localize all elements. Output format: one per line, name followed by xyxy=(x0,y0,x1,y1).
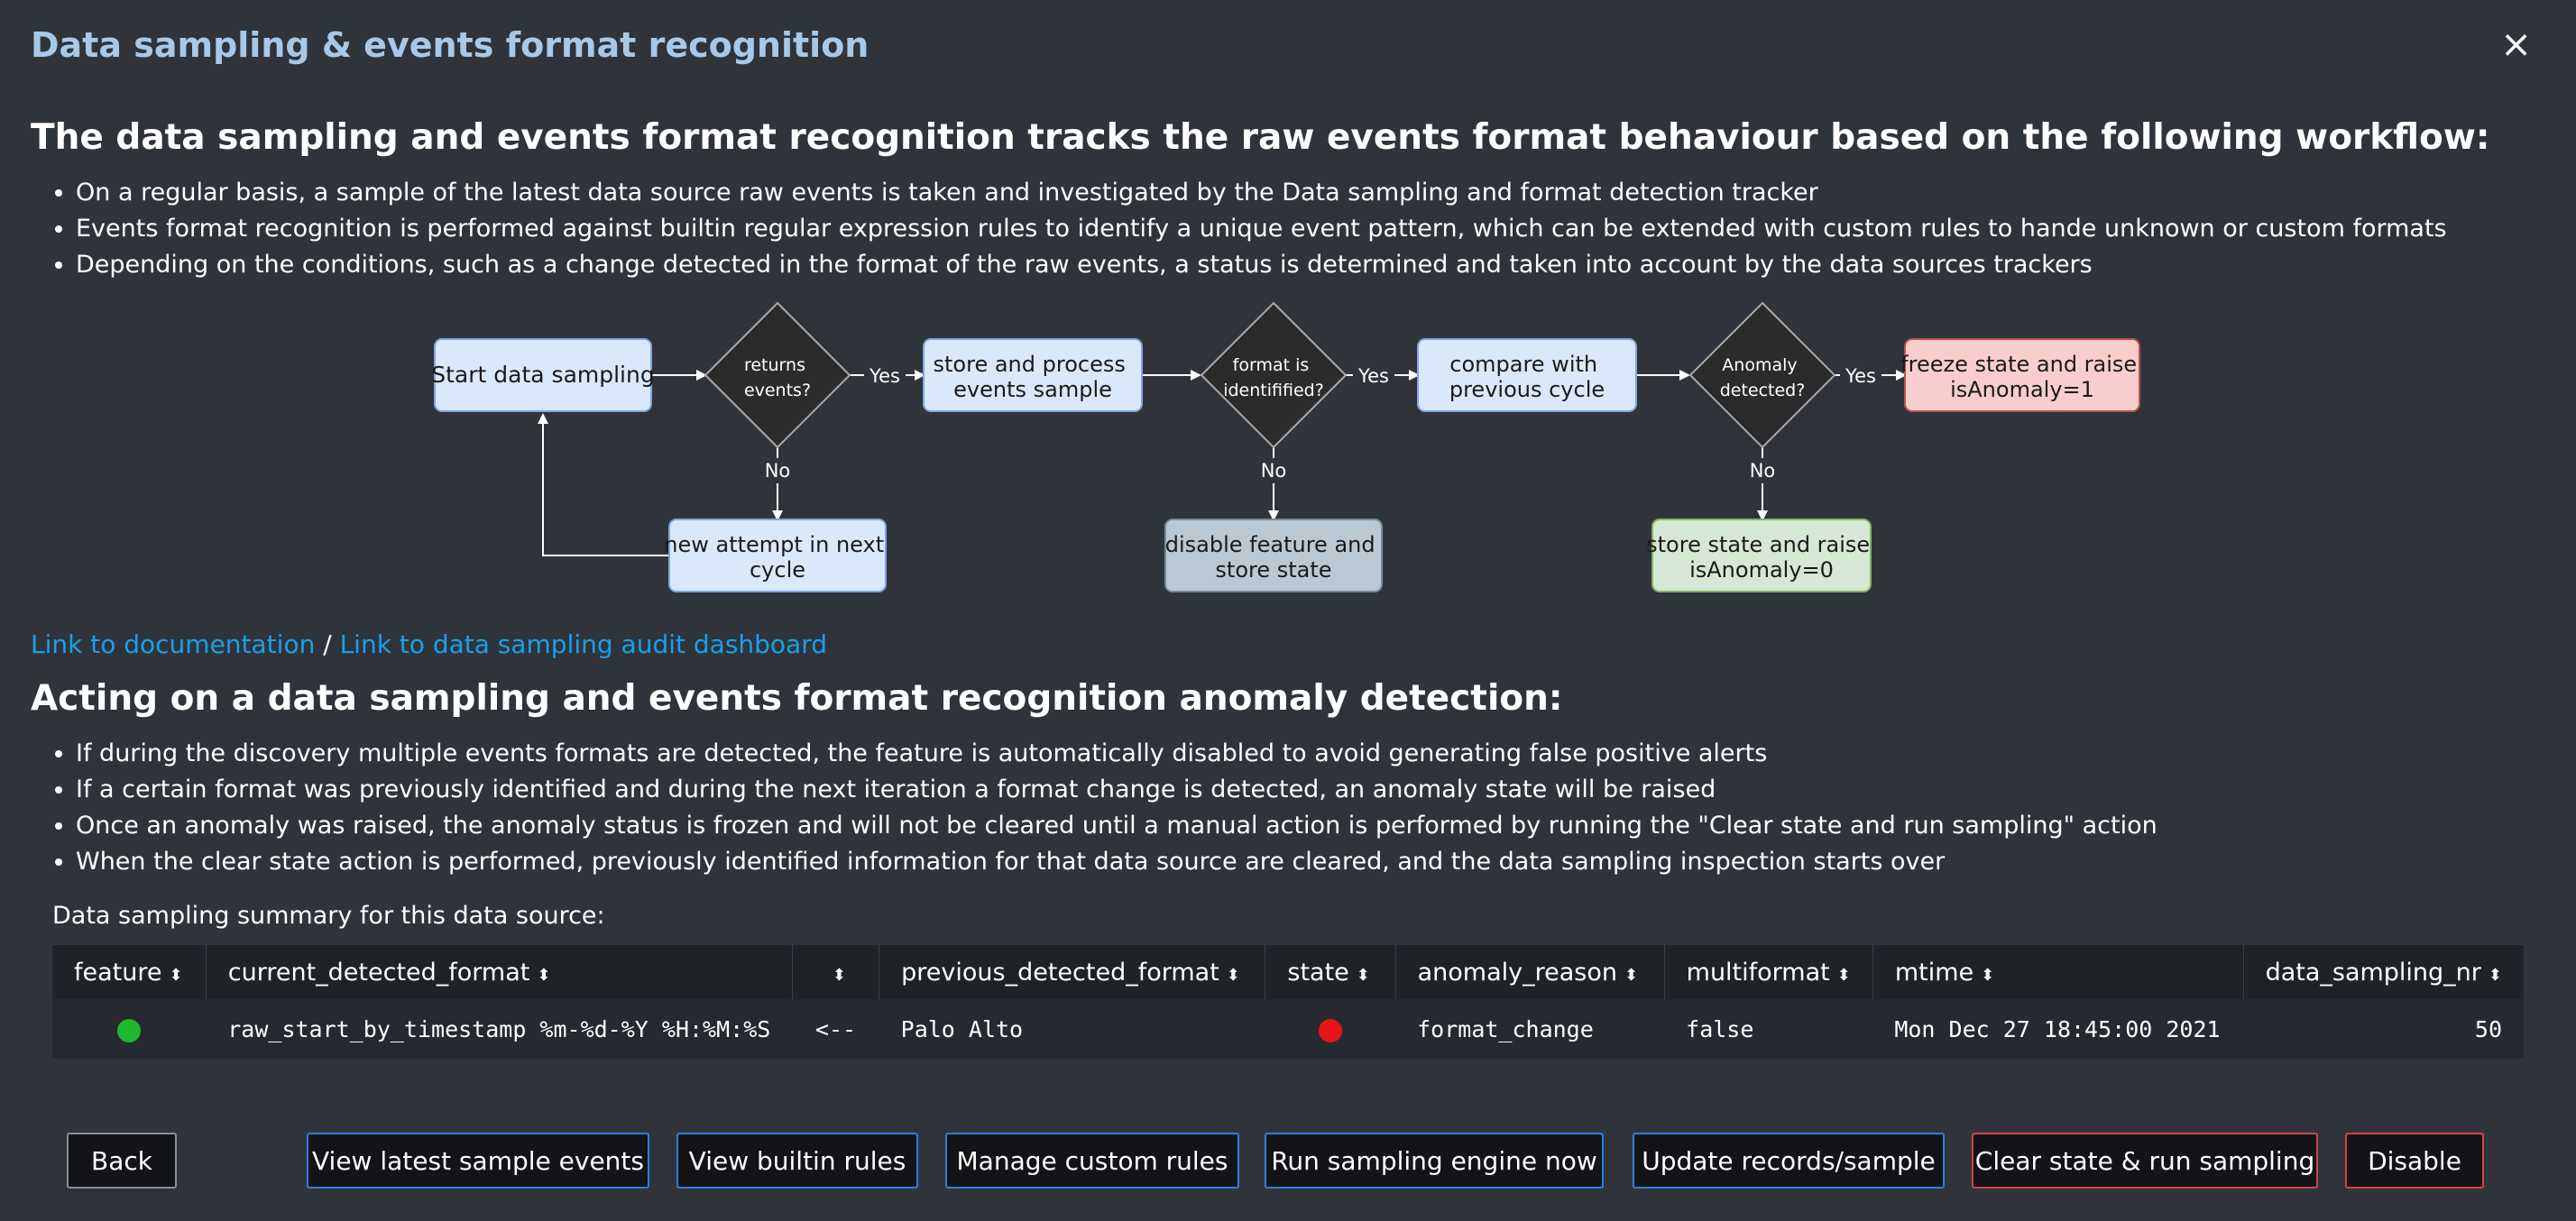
multiformat-cell: false xyxy=(1664,999,1873,1059)
column-header[interactable]: current_detected_format ⬍ xyxy=(206,945,793,999)
sort-icon: ⬍ xyxy=(537,965,551,985)
mtime-cell: Mon Dec 27 18:45:00 2021 xyxy=(1872,999,2244,1059)
links-row: Link to documentation / Link to data sam… xyxy=(31,629,827,659)
feature-status-dot xyxy=(117,1018,142,1042)
disable-button[interactable]: Disable xyxy=(2345,1133,2484,1189)
view-builtin-rules-button[interactable]: View builtin rules xyxy=(676,1133,918,1189)
summary-table: feature ⬍ current_detected_format ⬍ ⬍ prev… xyxy=(52,945,2524,1059)
anomaly-reason-cell: format_change xyxy=(1395,999,1665,1059)
sort-icon: ⬍ xyxy=(169,965,183,985)
decision-format-identified xyxy=(1200,301,1348,449)
sort-icon: ⬍ xyxy=(1356,965,1370,985)
column-header[interactable]: anomaly_reason ⬍ xyxy=(1395,945,1665,999)
column-header[interactable]: multiformat ⬍ xyxy=(1664,945,1873,999)
yes-label: Yes xyxy=(1357,365,1389,387)
sort-icon: ⬍ xyxy=(2488,965,2502,985)
current-format-cell: raw_start_by_timestamp %m-%d-%Y %H:%M:%S xyxy=(206,999,793,1059)
list-item: If during the discovery multiple events … xyxy=(76,736,2157,772)
manage-custom-rules-button[interactable]: Manage custom rules xyxy=(945,1133,1239,1189)
column-header[interactable]: data_sampling_nr ⬍ xyxy=(2243,945,2524,999)
table-row: raw_start_by_timestamp %m-%d-%Y %H:%M:%S… xyxy=(52,999,2524,1059)
column-header[interactable]: ⬍ xyxy=(792,945,880,999)
summary-label: Data sampling summary for this data sour… xyxy=(52,902,605,930)
list-item: When the clear state action is performed… xyxy=(76,844,2157,880)
run-sampling-engine-button[interactable]: Run sampling engine now xyxy=(1265,1133,1604,1189)
yes-label: Yes xyxy=(1845,365,1876,387)
column-header[interactable]: mtime ⬍ xyxy=(1872,945,2244,999)
column-header[interactable]: state ⬍ xyxy=(1265,945,1396,999)
list-item: If a certain format was previously ident… xyxy=(76,772,2157,808)
decision-returns-events xyxy=(704,301,851,449)
sort-icon: ⬍ xyxy=(832,965,847,985)
sampling-nr-cell: 50 xyxy=(2243,999,2524,1059)
no-label: No xyxy=(1750,460,1776,482)
arrow-cell: <-- xyxy=(792,999,879,1059)
documentation-link[interactable]: Link to documentation xyxy=(31,629,315,659)
column-header[interactable]: feature ⬍ xyxy=(52,945,207,999)
anomaly-list: If during the discovery multiple events … xyxy=(31,736,2157,880)
decision-anomaly-detected xyxy=(1688,301,1836,449)
no-label: No xyxy=(1261,460,1287,482)
list-item: Once an anomaly was raised, the anomaly … xyxy=(76,808,2157,844)
start-label: Start data sampling xyxy=(431,362,654,388)
update-records-button[interactable]: Update records/sample xyxy=(1633,1133,1945,1189)
link-separator: / xyxy=(315,629,340,659)
workflow-diagram: Start data sampling returns events? stor… xyxy=(431,301,2140,592)
back-button[interactable]: Back xyxy=(67,1133,177,1189)
svg-text:store and process events s: store and process events sample xyxy=(934,352,1133,402)
svg-text:compare with previous cycl: compare with previous cycle xyxy=(1449,352,1605,402)
anomaly-heading: Acting on a data sampling and events for… xyxy=(31,678,1563,719)
state-status-dot xyxy=(1319,1018,1342,1042)
previous-format-cell: Palo Alto xyxy=(879,999,1265,1059)
column-header[interactable]: previous_detected_format ⬍ xyxy=(879,945,1266,999)
sort-icon: ⬍ xyxy=(1624,965,1639,985)
sort-icon: ⬍ xyxy=(1836,965,1851,985)
sort-icon: ⬍ xyxy=(1226,965,1240,985)
sort-icon: ⬍ xyxy=(1981,965,1995,985)
clear-state-run-sampling-button[interactable]: Clear state & run sampling xyxy=(1972,1133,2318,1189)
no-label: No xyxy=(765,460,791,482)
view-latest-sample-events-button[interactable]: View latest sample events xyxy=(307,1133,649,1189)
yes-label: Yes xyxy=(869,365,900,387)
audit-dashboard-link[interactable]: Link to data sampling audit dashboard xyxy=(340,629,827,659)
